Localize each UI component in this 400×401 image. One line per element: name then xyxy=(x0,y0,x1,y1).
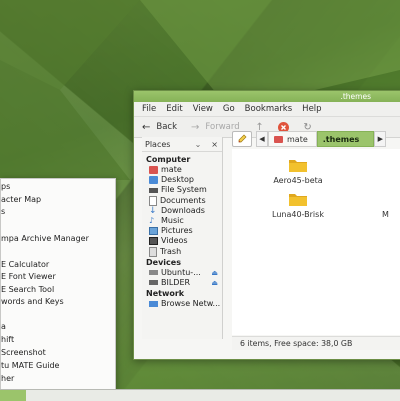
menu-item[interactable]: ps xyxy=(1,181,10,193)
section-computer: Computer xyxy=(146,155,191,164)
file-label: M xyxy=(382,210,389,219)
section-devices: Devices xyxy=(146,257,181,267)
network-label: Browse Netw... xyxy=(161,299,221,309)
desktop-icon xyxy=(149,176,158,185)
file-item[interactable]: Luna40-Brisk xyxy=(268,191,328,219)
status-bar: 6 items, Free space: 38,0 GB xyxy=(232,336,400,350)
places-selector[interactable]: Places xyxy=(145,140,170,149)
place-label: Trash xyxy=(160,246,182,256)
device-ubuntu[interactable]: Ubuntu-... ⏏ xyxy=(146,268,222,278)
close-icon[interactable]: × xyxy=(211,140,218,149)
file-label: Luna40-Brisk xyxy=(272,210,324,219)
path-home-label: mate xyxy=(287,134,308,144)
side-pane: Places ⌄ × Computer mate Desktop File Sy… xyxy=(142,137,223,339)
place-desktop[interactable]: Desktop xyxy=(146,175,222,185)
place-mate[interactable]: mate xyxy=(146,165,222,175)
menu-go[interactable]: Go xyxy=(223,104,235,114)
device-label: Ubuntu-... xyxy=(161,267,201,277)
menu-item[interactable]: s xyxy=(1,206,5,218)
trash-icon xyxy=(149,246,157,257)
folder-icon xyxy=(288,157,308,173)
taskbar-button[interactable] xyxy=(0,390,26,401)
file-manager-window[interactable]: .themes File Edit View Go Bookmarks Help… xyxy=(133,90,400,360)
back-label: Back xyxy=(156,122,178,132)
place-file-system[interactable]: File System xyxy=(146,185,222,195)
document-icon xyxy=(149,195,157,206)
folder-icon xyxy=(288,191,308,207)
menu-item[interactable]: E Search Tool xyxy=(1,284,54,296)
triangle-right-icon: ▶ xyxy=(377,135,383,143)
file-view[interactable]: Aero45-beta Luna40-Brisk M xyxy=(232,149,400,335)
eject-icon[interactable]: ⏏ xyxy=(211,268,218,278)
eject-icon[interactable]: ⏏ xyxy=(211,278,218,288)
back-button[interactable]: ← Back xyxy=(142,122,177,133)
place-label: Music xyxy=(161,215,184,225)
place-videos[interactable]: Videos xyxy=(146,236,222,246)
network-browse[interactable]: Browse Netw... xyxy=(146,299,222,309)
pencil-icon xyxy=(238,134,247,143)
menu-item[interactable]: Screenshot xyxy=(1,347,46,359)
path-segment-current[interactable]: .themes xyxy=(316,131,375,147)
arrow-right-icon: → xyxy=(191,121,200,133)
place-label: Pictures xyxy=(161,226,193,236)
place-label: Documents xyxy=(160,195,206,205)
menu-help[interactable]: Help xyxy=(302,104,321,114)
device-label: BILDER xyxy=(161,277,191,287)
place-label: File System xyxy=(161,185,207,195)
path-bar: ◀ mate .themes ▶ xyxy=(232,131,400,147)
home-folder-icon xyxy=(274,135,283,143)
videos-icon xyxy=(149,237,158,246)
network-icon xyxy=(149,301,158,308)
menu-item[interactable]: E Font Viewer xyxy=(1,271,56,283)
place-label: Videos xyxy=(161,236,188,246)
file-item[interactable]: Aero45-beta xyxy=(268,157,328,185)
menubar: File Edit View Go Bookmarks Help xyxy=(134,102,400,117)
menu-item[interactable]: acter Map xyxy=(1,194,41,206)
path-right-button[interactable]: ▶ xyxy=(374,131,387,147)
drive-icon xyxy=(149,187,158,193)
section-network: Network xyxy=(146,289,185,299)
menu-item[interactable]: her xyxy=(1,373,14,385)
home-folder-icon xyxy=(149,166,158,175)
place-label: Downloads xyxy=(161,205,205,215)
drive-icon xyxy=(149,280,158,286)
place-music[interactable]: ♪ Music xyxy=(146,216,222,226)
place-label: mate xyxy=(161,165,182,174)
pictures-icon xyxy=(149,227,158,236)
path-left-button[interactable]: ◀ xyxy=(256,131,268,147)
menu-item[interactable]: a xyxy=(1,321,6,333)
bottom-panel xyxy=(0,389,400,401)
place-trash[interactable]: Trash xyxy=(146,247,222,257)
chevron-down-icon[interactable]: ⌄ xyxy=(195,140,202,149)
menu-item[interactable]: tu MATE Guide xyxy=(1,360,59,372)
place-pictures[interactable]: Pictures xyxy=(146,226,222,236)
menu-bookmarks[interactable]: Bookmarks xyxy=(245,104,293,114)
location-edit-button[interactable] xyxy=(232,131,252,147)
file-label: Aero45-beta xyxy=(273,176,323,185)
file-item[interactable]: M xyxy=(382,210,400,219)
download-icon: ↓ xyxy=(149,205,157,216)
arrow-left-icon: ← xyxy=(142,121,151,133)
menu-item[interactable]: hift xyxy=(1,334,14,346)
triangle-left-icon: ◀ xyxy=(259,135,265,143)
window-title[interactable]: .themes xyxy=(134,91,400,102)
menu-file[interactable]: File xyxy=(142,104,156,114)
music-icon: ♪ xyxy=(149,216,155,226)
path-segment-home[interactable]: mate xyxy=(268,131,317,147)
places-tree: Computer mate Desktop File System Docume… xyxy=(142,152,222,309)
place-documents[interactable]: Documents xyxy=(146,196,222,206)
menu-view[interactable]: View xyxy=(193,104,213,114)
device-bilder[interactable]: BILDER ⏏ xyxy=(146,278,222,288)
menu-edit[interactable]: Edit xyxy=(166,104,182,114)
usb-drive-icon xyxy=(149,270,158,276)
place-downloads[interactable]: ↓ Downloads xyxy=(146,206,222,216)
place-label: Desktop xyxy=(161,175,194,185)
menu-item[interactable]: words and Keys xyxy=(1,296,64,308)
main-menu: ps acter Map s mpa Archive Manager E Cal… xyxy=(0,178,116,400)
places-header: Places ⌄ × xyxy=(142,137,222,152)
menu-item[interactable]: E Calculator xyxy=(1,259,49,271)
menu-item[interactable]: mpa Archive Manager xyxy=(1,233,89,245)
